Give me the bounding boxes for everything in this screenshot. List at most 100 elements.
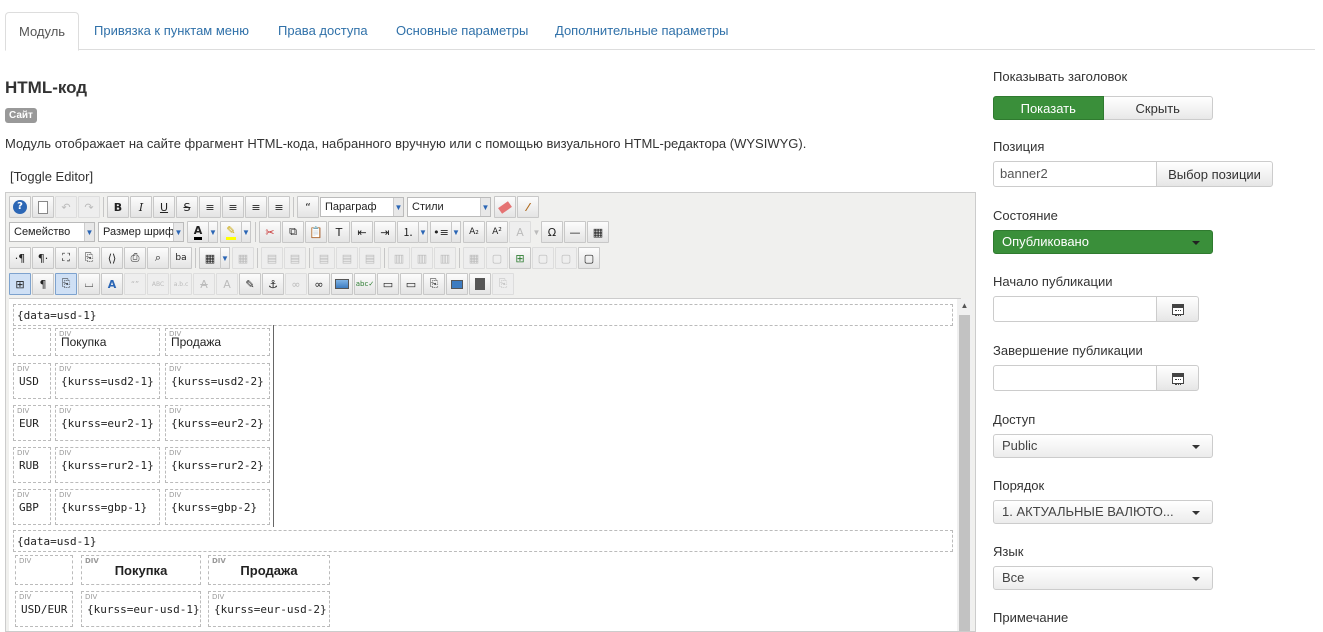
tab-module[interactable]: Модуль <box>5 12 80 51</box>
strikethrough-button[interactable]: S <box>176 196 198 218</box>
nonbreaking-icon[interactable]: ⌴ <box>78 273 100 295</box>
highlight-color-split[interactable]: ✎ ▼ <box>220 221 251 243</box>
text-color-split[interactable]: A ▼ <box>187 221 218 243</box>
underline-button[interactable]: U <box>153 196 175 218</box>
publish-start-input[interactable] <box>993 296 1157 322</box>
tab-advanced-options[interactable]: Дополнительные параметры <box>542 12 742 50</box>
publish-end-calendar-button[interactable] <box>1156 365 1199 391</box>
align-right-icon[interactable]: ≡ <box>268 196 290 218</box>
split-cells-icon[interactable]: ▦ <box>463 247 485 269</box>
order-select[interactable]: 1. АКТУАЛЬНЫЕ ВАЛЮТО... <box>993 500 1213 524</box>
insert-image-icon[interactable] <box>446 273 468 295</box>
insert-row-after-icon[interactable]: ▤ <box>336 247 358 269</box>
delete-row-icon[interactable]: ▤ <box>359 247 381 269</box>
undo-icon[interactable]: ↶ <box>55 196 77 218</box>
superscript-button[interactable]: A² <box>486 221 508 243</box>
insert-table-icon[interactable]: ▦ <box>199 247 221 269</box>
unlink-icon[interactable]: ∞ <box>285 273 307 295</box>
cleanup-broom-icon[interactable]: ⁄ <box>517 196 539 218</box>
style-props-icon[interactable]: A <box>101 273 123 295</box>
show-blocks-icon[interactable]: ⎘ <box>55 273 77 295</box>
toggle-editor-link[interactable]: [Toggle Editor] <box>10 169 93 184</box>
tab-menu-assignment[interactable]: Привязка к пунктам меню <box>81 12 262 50</box>
align-left-icon[interactable]: ≡ <box>245 196 267 218</box>
outdent-icon[interactable]: ⇤ <box>351 221 373 243</box>
delete-table-icon[interactable]: ▦ <box>232 247 254 269</box>
editor-content[interactable]: {data=usd-1} DIV Покупка DIV Продажа DIV US… <box>9 298 961 631</box>
show-blocks-pilcrow-icon[interactable]: ¶ <box>32 273 54 295</box>
table-insert-split[interactable]: ▦ ▼ <box>199 247 230 269</box>
move-backward-icon[interactable]: ▢ <box>555 247 577 269</box>
styles-select[interactable]: Стили ▼ <box>407 197 491 217</box>
rtl-icon[interactable]: ¶· <box>32 247 54 269</box>
font-style-icon[interactable]: A <box>509 221 531 243</box>
editor-scrollbar[interactable]: ▲ <box>957 299 972 631</box>
media-icon[interactable] <box>469 273 491 295</box>
eraser-icon[interactable] <box>494 196 516 218</box>
bullet-list-split[interactable]: •≡ ▼ <box>430 221 461 243</box>
insert-row-before-icon[interactable]: ▤ <box>313 247 335 269</box>
font-family-select[interactable]: Семейство ▼ <box>9 222 95 242</box>
page-break-icon[interactable]: ▭ <box>377 273 399 295</box>
spellcheck-icon[interactable]: abc✓ <box>354 273 376 295</box>
template-insert-icon[interactable]: ⎘ <box>492 273 514 295</box>
merge-cells-icon[interactable]: ▢ <box>486 247 508 269</box>
text-color-icon[interactable]: A <box>187 221 209 243</box>
attributes-icon[interactable]: ✎ <box>239 273 261 295</box>
redo-icon[interactable]: ↷ <box>78 196 100 218</box>
scroll-up-icon[interactable]: ▲ <box>957 299 972 313</box>
align-justify-icon[interactable]: ≡ <box>199 196 221 218</box>
link-icon[interactable]: ∞ <box>308 273 330 295</box>
tab-basic-options[interactable]: Основные параметры <box>383 12 541 50</box>
state-select[interactable]: Опубликовано <box>993 230 1213 254</box>
copy-icon[interactable]: ⧉ <box>282 221 304 243</box>
move-forward-icon[interactable]: ▢ <box>532 247 554 269</box>
anchor-icon[interactable]: ⚓ <box>262 273 284 295</box>
publish-end-input[interactable] <box>993 365 1157 391</box>
insert-col-before-icon[interactable]: ▥ <box>388 247 410 269</box>
bold-button[interactable]: B <box>107 196 129 218</box>
subscript-button[interactable]: A₂ <box>463 221 485 243</box>
article-icon[interactable]: ⎘ <box>423 273 445 295</box>
paste-icon[interactable]: 📋 <box>305 221 327 243</box>
font-size-select[interactable]: Размер шрифта ▼ <box>98 222 184 242</box>
insertion-icon[interactable]: A <box>216 273 238 295</box>
fullscreen-icon[interactable]: ⛶ <box>55 247 77 269</box>
insert-layer-icon[interactable]: ⊞ <box>509 247 531 269</box>
abbr-icon[interactable]: ABC <box>147 273 169 295</box>
visual-aid-icon[interactable]: ⊞ <box>9 273 31 295</box>
ltr-icon[interactable]: ·¶ <box>9 247 31 269</box>
read-more-icon[interactable]: ▭ <box>400 273 422 295</box>
row-props-icon[interactable]: ▤ <box>261 247 283 269</box>
align-center-icon[interactable]: ≡ <box>222 196 244 218</box>
indent-icon[interactable]: ⇥ <box>374 221 396 243</box>
cite-icon[interactable]: “” <box>124 273 146 295</box>
insert-col-after-icon[interactable]: ▥ <box>411 247 433 269</box>
table-properties-icon[interactable]: ▦ <box>587 221 609 243</box>
position-input[interactable]: banner2 <box>993 161 1157 187</box>
absolute-position-icon[interactable]: ▢ <box>578 247 600 269</box>
cell-props-icon[interactable]: ▤ <box>284 247 306 269</box>
select-position-button[interactable]: Выбор позиции <box>1156 161 1273 187</box>
cut-icon[interactable]: ✂ <box>259 221 281 243</box>
tab-permissions[interactable]: Права доступа <box>265 12 381 50</box>
acronym-icon[interactable]: a.b.c <box>170 273 192 295</box>
hide-button[interactable]: Скрыть <box>1103 96 1213 120</box>
find-icon[interactable]: ⌕ <box>147 247 169 269</box>
image-icon[interactable] <box>331 273 353 295</box>
horizontal-rule-icon[interactable]: — <box>564 221 586 243</box>
blockquote-icon[interactable]: “ <box>297 196 319 218</box>
access-select[interactable]: Public <box>993 434 1213 458</box>
print-icon[interactable]: ⎙ <box>124 247 146 269</box>
paste-text-icon[interactable]: T <box>328 221 350 243</box>
publish-start-calendar-button[interactable] <box>1156 296 1199 322</box>
replace-icon[interactable]: ba <box>170 247 192 269</box>
ordered-list-icon[interactable]: ⒈ <box>397 221 419 243</box>
italic-button[interactable]: I <box>130 196 152 218</box>
help-icon[interactable]: ? <box>9 196 31 218</box>
new-document-icon[interactable] <box>32 196 54 218</box>
delete-col-icon[interactable]: ▥ <box>434 247 456 269</box>
ordered-list-split[interactable]: ⒈ ▼ <box>397 221 428 243</box>
template-icon[interactable]: ⎘ <box>78 247 100 269</box>
special-char-button[interactable]: Ω <box>541 221 563 243</box>
